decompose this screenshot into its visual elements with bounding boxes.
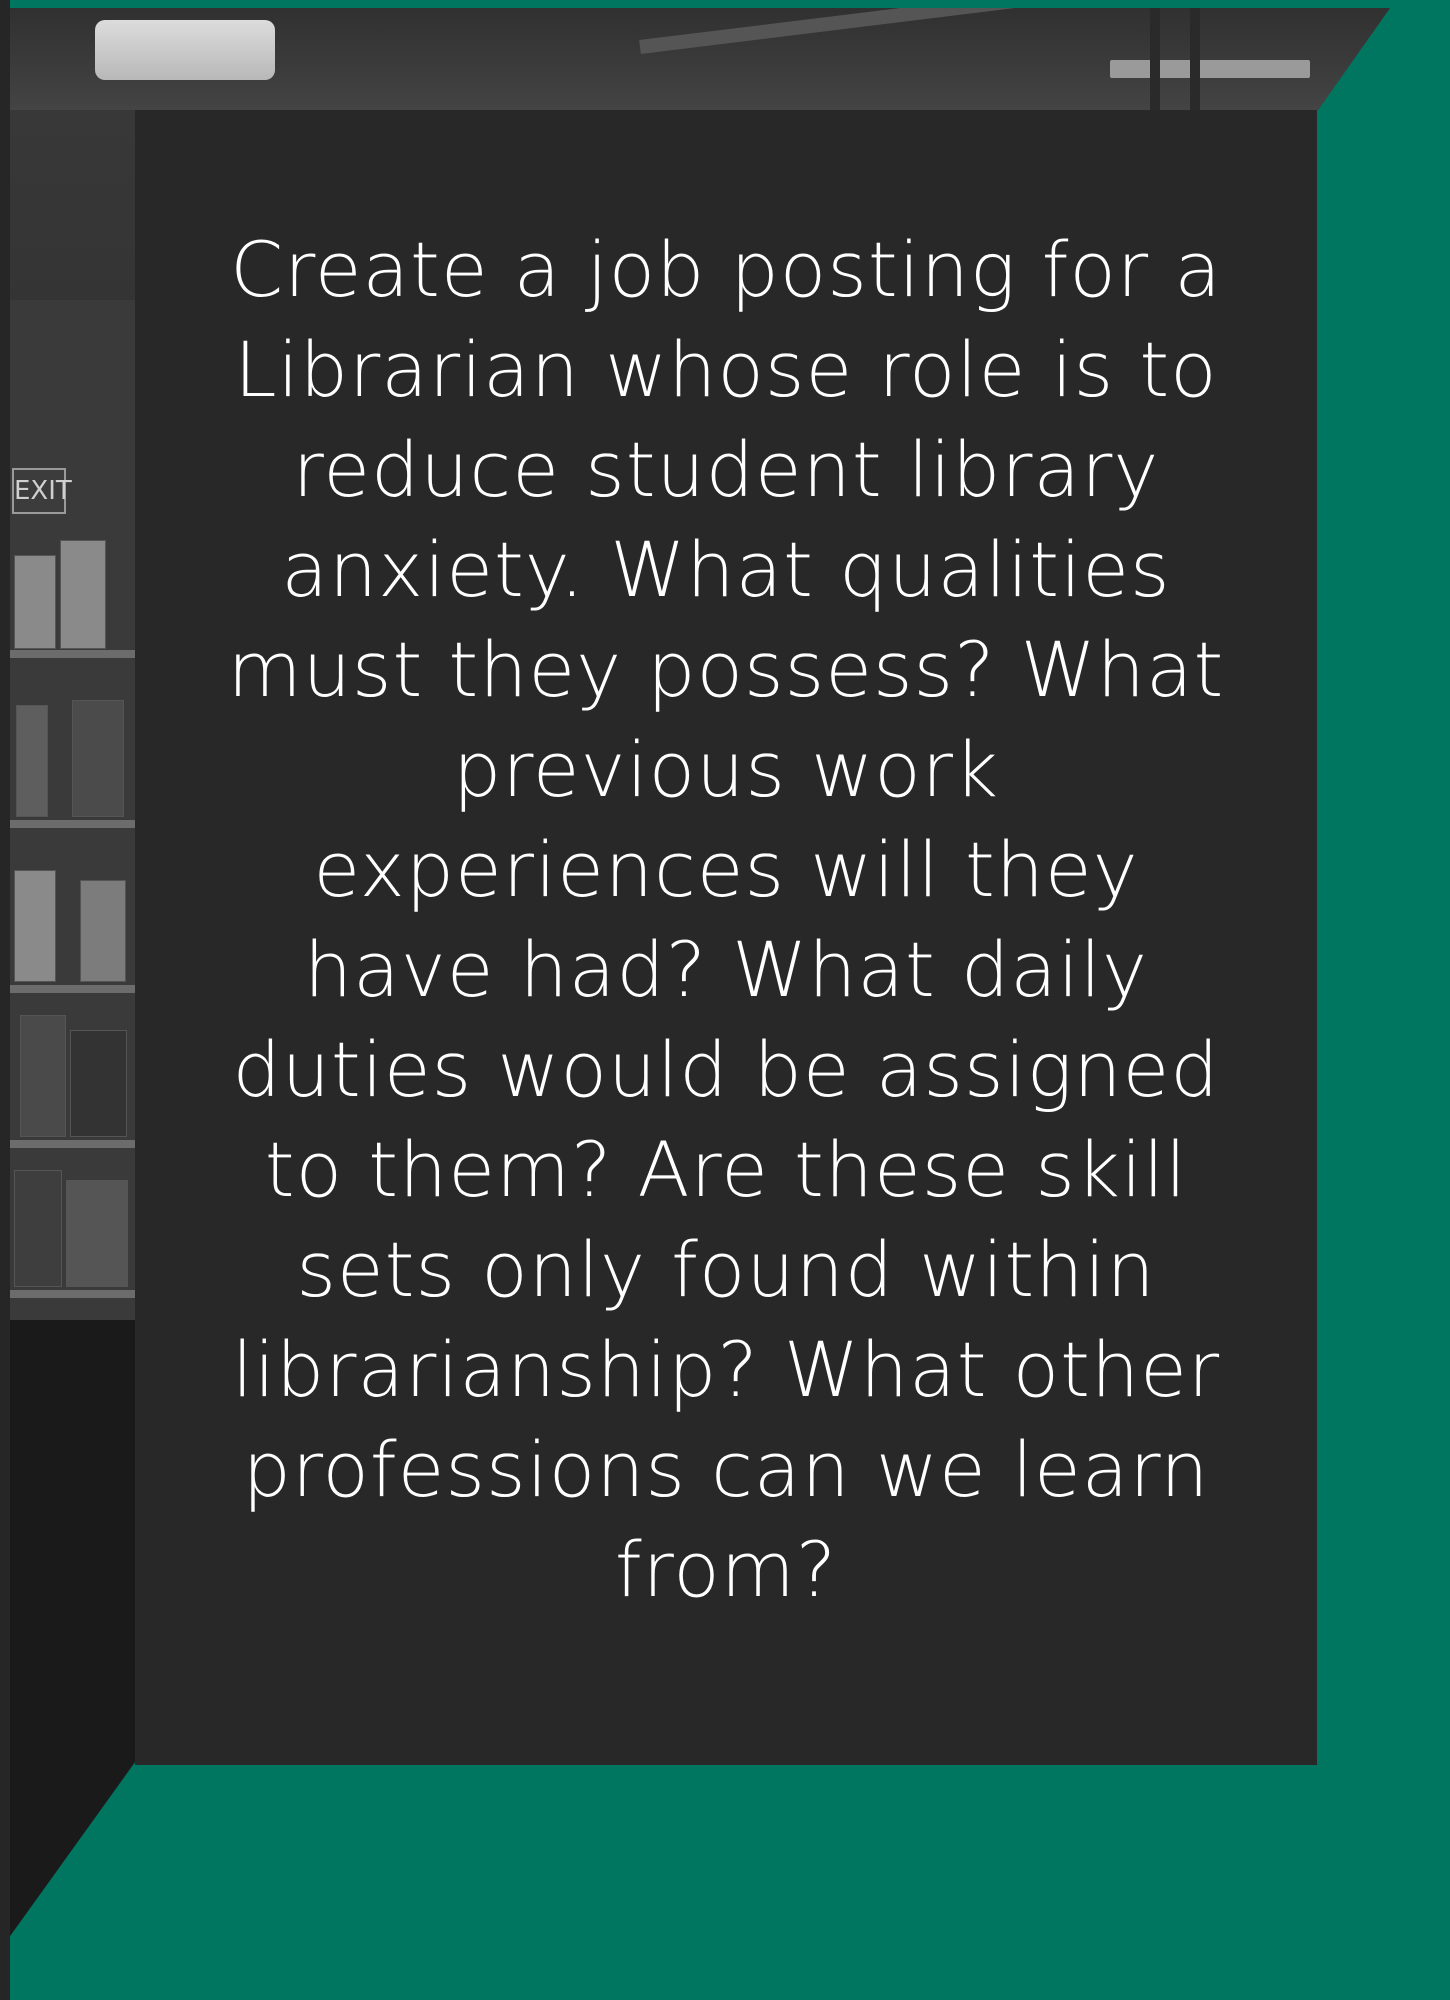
book-cover xyxy=(72,700,124,817)
left-edge-strip xyxy=(0,0,10,2000)
floor xyxy=(0,1320,140,1950)
shelf-board xyxy=(10,650,140,658)
shelf-board xyxy=(10,820,140,828)
book-cover xyxy=(16,705,48,817)
book-cover xyxy=(14,870,56,982)
shelf-post xyxy=(1150,8,1160,110)
ceiling-light xyxy=(1110,60,1310,78)
shelf-post xyxy=(1190,8,1200,110)
projector-icon xyxy=(95,20,275,80)
exit-sign: EXIT xyxy=(12,468,72,514)
book-cover xyxy=(20,1015,66,1137)
prompt-text: Create a job posting for a Librarian who… xyxy=(227,225,1225,1614)
book-cover xyxy=(14,555,56,649)
book-cover xyxy=(66,1180,128,1287)
book-cover xyxy=(70,1030,127,1137)
shelf-board xyxy=(10,985,140,993)
top-accent-band xyxy=(0,0,1450,8)
book-cover xyxy=(14,1170,62,1287)
shelf-board xyxy=(10,1290,140,1298)
book-cover xyxy=(80,880,126,982)
shelf-board xyxy=(10,1140,140,1148)
prompt-card: Create a job posting for a Librarian who… xyxy=(135,110,1317,1765)
book-cover xyxy=(60,540,106,649)
